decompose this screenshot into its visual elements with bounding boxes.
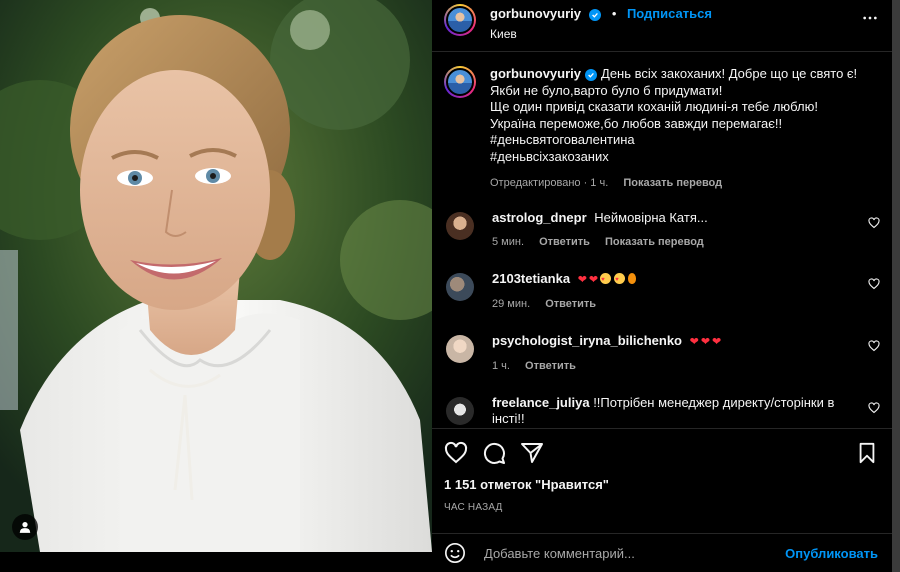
caption-edited: Отредактировано · 1 ч. [490,177,609,189]
comment-like-heart-icon[interactable] [868,216,880,234]
hashtag-link[interactable]: #деньсвятоговалентина [490,132,635,147]
verified-icon [589,9,602,21]
comment-input[interactable] [482,544,786,562]
add-comment-bar: Опубликовать [432,533,892,572]
likes-count[interactable]: 1 151 отметок "Нравится" [444,477,880,492]
emoji-icon[interactable] [444,542,466,564]
bookmark-icon[interactable] [856,442,878,464]
author-avatar[interactable] [444,4,476,36]
comment-item: astrolog_dnepr Неймовірна Катя... 5 мин.… [444,210,880,251]
comment-username[interactable]: freelance_juliya [492,395,590,410]
comment-username[interactable]: psychologist_iryna_bilichenko [492,333,682,348]
comment-time[interactable]: 29 мин. [492,298,530,310]
comment-username[interactable]: astrolog_dnepr [492,210,587,225]
heart-emoji: ❤❤❤ [689,335,724,348]
commenter-avatar[interactable] [446,272,474,301]
reply-button[interactable]: Ответить [539,236,590,248]
more-icon[interactable] [862,10,878,31]
separator-dot: • [611,6,617,21]
heart-emoji: ❤❤ [577,273,601,286]
comment-icon[interactable] [482,441,506,465]
comment-username[interactable]: 2103tetianka [492,271,570,286]
reply-button[interactable]: Ответить [525,360,576,372]
post-image [0,0,432,552]
caption-line: День всіх закоханих! Добре що це свято є… [601,66,858,81]
commenter-avatar[interactable] [446,211,474,240]
caption-line: Якби не було,варто було б придумати! [490,82,723,98]
user-tag-icon[interactable] [12,514,38,540]
post-header: gorbunovyuriy • Подписаться Киев [432,0,892,52]
post-photo[interactable] [0,0,432,552]
caption-username[interactable]: gorbunovyuriy [490,66,581,81]
post-location[interactable]: Киев [490,27,712,41]
comment-time[interactable]: 1 ч. [492,360,510,372]
caption-line: Україна переможе,бо любов завжди перемаг… [490,115,783,131]
publish-button[interactable]: Опубликовать [785,546,878,561]
fire-emoji [628,272,637,284]
share-icon[interactable] [520,441,544,465]
comment-text: Неймовірна Катя... [594,209,708,225]
comment-item: 2103tetianka ❤❤ 29 мин. Ответить [444,271,880,313]
comment-like-heart-icon[interactable] [868,339,880,357]
commenter-avatar[interactable] [446,334,474,363]
author-username[interactable]: gorbunovyuriy [490,6,581,21]
heart-icon[interactable] [444,441,468,465]
translate-button[interactable]: Показать перевод [605,236,704,248]
caption-line: Ще один привід сказати коханій людині-я … [490,99,818,114]
caption-avatar[interactable] [444,66,476,98]
reply-button[interactable]: Ответить [545,298,596,310]
heart-eyes-emoji [600,272,612,288]
post-panel: gorbunovyuriy • Подписаться Киев gorbuno… [432,0,892,572]
post-caption: gorbunovyuriy День всіх закоханих! Добре … [444,66,880,192]
comment-time[interactable]: 5 мин. [492,236,524,248]
hashtag-link[interactable]: #деньвсіхзакозаних [490,149,609,164]
verified-icon [585,69,598,81]
commenter-avatar[interactable] [446,396,474,425]
comment-like-heart-icon[interactable] [868,277,880,295]
post-time[interactable]: ЧАС НАЗАД [444,502,880,513]
comments-feed[interactable]: gorbunovyuriy День всіх закоханих! Добре … [432,52,892,427]
comment-item: psychologist_iryna_bilichenko ❤❤❤ 1 ч. О… [444,333,880,375]
comment-like-heart-icon[interactable] [868,401,880,419]
heart-eyes-emoji [614,272,626,288]
comment-item: freelance_juliya !!Потрібен менеджер дир… [444,395,880,428]
post-modal: gorbunovyuriy • Подписаться Киев gorbuno… [0,0,892,572]
post-actions: 1 151 отметок "Нравится" ЧАС НАЗАД [432,428,892,513]
follow-button[interactable]: Подписаться [627,6,712,21]
translate-button[interactable]: Показать перевод [623,177,722,189]
